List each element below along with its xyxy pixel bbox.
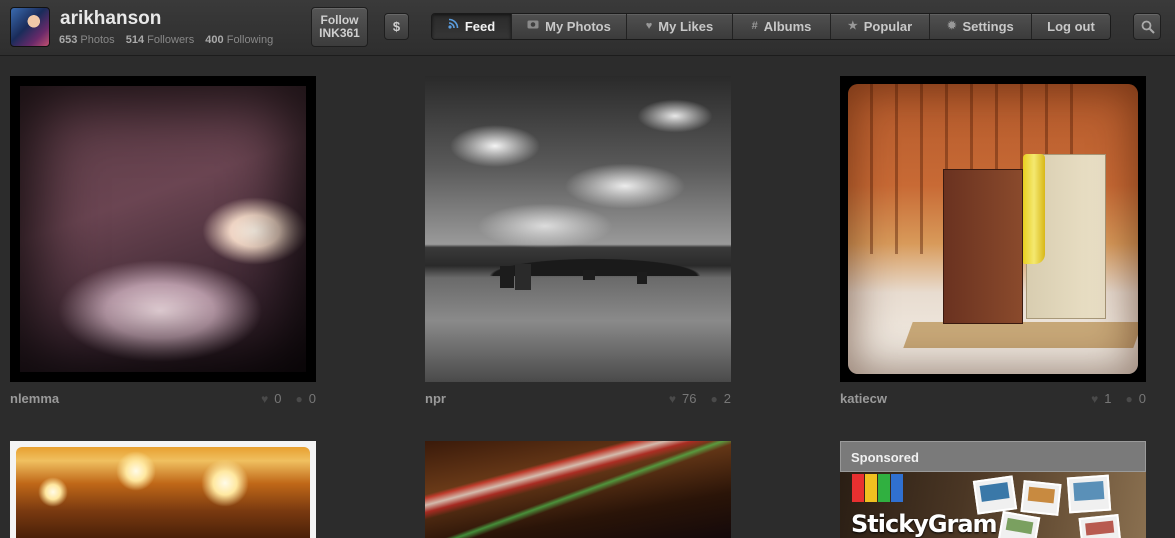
feed-card: nlemma ♥ 0 ● 0 xyxy=(10,76,316,411)
search-button[interactable] xyxy=(1133,13,1161,40)
photo-author[interactable]: nlemma xyxy=(10,391,59,406)
feed-card: npr ♥ 76 ● 2 xyxy=(425,76,731,411)
avatar[interactable] xyxy=(10,7,50,47)
main-nav: Feed My Photos ♥ My Likes # Albums ★ Pop… xyxy=(431,13,1111,40)
comment-count: 0 xyxy=(1138,391,1146,406)
feed-photo[interactable] xyxy=(840,76,1146,382)
comment-count: 2 xyxy=(723,391,731,406)
tab-feed-label: Feed xyxy=(464,19,496,34)
comment-icon[interactable]: ● xyxy=(296,392,303,406)
hash-icon: # xyxy=(751,20,758,32)
heart-icon[interactable]: ♥ xyxy=(1091,392,1098,406)
tab-popular-label: Popular xyxy=(863,19,913,34)
heart-icon: ♥ xyxy=(645,20,653,32)
sponsored-brand: StickyGram xyxy=(851,510,998,538)
photo-author[interactable]: katiecw xyxy=(840,391,887,406)
logout-label: Log out xyxy=(1047,19,1095,34)
tab-albums[interactable]: # Albums xyxy=(733,14,831,39)
feed-photo[interactable] xyxy=(425,441,731,538)
followers-stat[interactable]: 514 Followers xyxy=(126,34,195,46)
gear-icon: ✹ xyxy=(947,20,957,32)
comment-icon[interactable]: ● xyxy=(711,392,718,406)
feed-photo[interactable] xyxy=(10,441,316,538)
feed-photo[interactable] xyxy=(425,76,731,382)
sponsored-ad-image[interactable]: StickyGram xyxy=(840,472,1146,538)
top-bar: arikhanson 653 Photos 514 Followers 400 … xyxy=(0,0,1175,56)
dollar-button[interactable]: $ xyxy=(384,13,409,40)
photo-author[interactable]: npr xyxy=(425,391,446,406)
comment-count: 0 xyxy=(308,391,316,406)
tab-my-likes[interactable]: ♥ My Likes xyxy=(627,14,733,39)
tab-popular[interactable]: ★ Popular xyxy=(831,14,930,39)
tab-settings-label: Settings xyxy=(962,19,1014,34)
tab-settings[interactable]: ✹ Settings xyxy=(930,14,1032,39)
feed-card xyxy=(10,441,316,538)
photos-stat[interactable]: 653 Photos xyxy=(59,34,115,46)
username[interactable]: arikhanson xyxy=(60,8,161,30)
photo-stats: ♥ 76 ● 2 xyxy=(669,391,731,406)
like-count: 76 xyxy=(682,391,697,406)
rss-icon xyxy=(448,14,459,39)
sponsored-heading: Sponsored xyxy=(840,441,1146,472)
tab-my-photos-label: My Photos xyxy=(545,19,611,34)
following-stat[interactable]: 400 Following xyxy=(205,34,273,46)
tab-albums-label: Albums xyxy=(763,19,812,34)
sponsored-card[interactable]: Sponsored StickyGram xyxy=(840,441,1146,538)
photo-stats: ♥ 1 ● 0 xyxy=(1091,391,1146,406)
photo-stats: ♥ 0 ● 0 xyxy=(261,391,316,406)
comment-icon[interactable]: ● xyxy=(1126,392,1133,406)
tab-my-photos[interactable]: My Photos xyxy=(512,14,627,39)
feed-card: katiecw ♥ 1 ● 0 xyxy=(840,76,1146,411)
follow-target-label: INK361 xyxy=(319,26,360,40)
like-count: 1 xyxy=(1104,391,1112,406)
feed-card xyxy=(425,441,731,538)
follow-button[interactable]: Follow INK361 xyxy=(311,7,368,47)
star-icon: ★ xyxy=(847,20,858,32)
profile-stats: 653 Photos 514 Followers 400 Following xyxy=(59,34,281,46)
tab-feed[interactable]: Feed xyxy=(432,14,512,39)
like-count: 0 xyxy=(274,391,282,406)
heart-icon[interactable]: ♥ xyxy=(669,392,676,406)
feed-photo[interactable] xyxy=(10,76,316,382)
logout-button[interactable]: Log out xyxy=(1032,14,1110,39)
heart-icon[interactable]: ♥ xyxy=(261,392,268,406)
camera-icon xyxy=(527,14,539,39)
tab-my-likes-label: My Likes xyxy=(658,19,714,34)
